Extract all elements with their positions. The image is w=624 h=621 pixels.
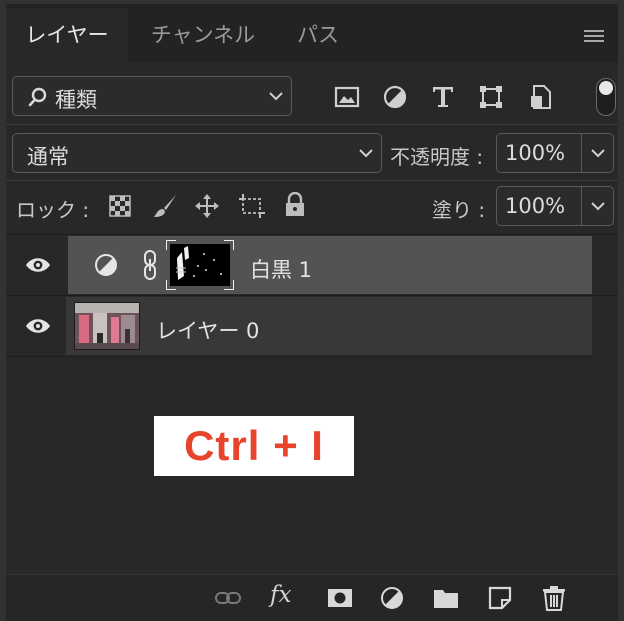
opacity-value: 100%: [505, 141, 566, 165]
filter-kind-label: 種類: [55, 88, 97, 112]
tab-channels[interactable]: チャンネル: [128, 8, 278, 62]
blend-mode-select[interactable]: 通常: [12, 133, 382, 173]
filter-kind-select[interactable]: 種類: [12, 76, 292, 116]
shortcut-text: Ctrl + I: [184, 422, 324, 469]
fill-field[interactable]: 100%: [496, 186, 614, 226]
layer-mask-thumbnail[interactable]: [165, 239, 235, 291]
add-mask-icon[interactable]: [326, 584, 354, 612]
new-group-icon[interactable]: [432, 584, 460, 612]
panel-footer: [6, 574, 618, 621]
adjustment-layer-icon: [95, 254, 117, 276]
lock-artboard-icon[interactable]: [238, 193, 266, 219]
image-filter-icon[interactable]: [334, 84, 360, 110]
lock-label: ロック :: [16, 198, 90, 222]
eye-icon[interactable]: [16, 297, 60, 355]
tab-layers[interactable]: レイヤー: [6, 8, 128, 62]
divider: [6, 295, 618, 296]
opacity-field[interactable]: 100%: [496, 133, 614, 173]
lock-paint-icon[interactable]: [152, 193, 178, 219]
shape-filter-icon[interactable]: [478, 84, 504, 110]
link-icon[interactable]: [142, 249, 158, 281]
blend-mode-value: 通常: [27, 145, 69, 169]
divider: [6, 356, 592, 357]
fill-label: 塗り :: [432, 198, 486, 222]
new-adjustment-icon[interactable]: [378, 584, 406, 612]
search-icon: [28, 87, 47, 107]
smartobject-filter-icon[interactable]: [528, 84, 554, 110]
fx-icon[interactable]: fx: [270, 582, 291, 608]
tab-paths[interactable]: パス: [278, 8, 358, 62]
layer-row[interactable]: 白黒 1: [8, 236, 592, 294]
type-filter-icon[interactable]: [430, 84, 456, 110]
link-layers-icon[interactable]: [214, 584, 242, 612]
panel-tab-bar: レイヤー チャンネル パス: [6, 4, 618, 62]
layer-thumbnail[interactable]: [74, 302, 140, 350]
chevron-down-icon[interactable]: [591, 149, 605, 158]
chevron-down-icon: [359, 149, 373, 158]
chevron-down-icon: [269, 92, 283, 101]
lock-position-icon[interactable]: [194, 193, 220, 219]
filter-toggle-icon[interactable]: [596, 78, 616, 116]
eye-icon[interactable]: [16, 236, 60, 294]
chevron-down-icon[interactable]: [591, 202, 605, 211]
divider: [6, 124, 618, 125]
adjustment-filter-icon[interactable]: [382, 84, 408, 110]
new-layer-icon[interactable]: [486, 584, 514, 612]
divider: [6, 234, 618, 235]
opacity-label: 不透明度 :: [390, 145, 484, 169]
layer-name[interactable]: レイヤー 0: [156, 315, 259, 345]
panel-menu-icon[interactable]: [584, 30, 604, 45]
shortcut-overlay: Ctrl + I: [154, 416, 354, 476]
lock-all-icon[interactable]: [284, 192, 306, 218]
divider: [6, 180, 618, 181]
lock-transparent-icon[interactable]: [109, 195, 131, 217]
delete-icon[interactable]: [540, 584, 568, 612]
fill-value: 100%: [505, 194, 566, 218]
layer-row[interactable]: レイヤー 0: [8, 297, 592, 355]
layer-name[interactable]: 白黒 1: [250, 254, 312, 284]
